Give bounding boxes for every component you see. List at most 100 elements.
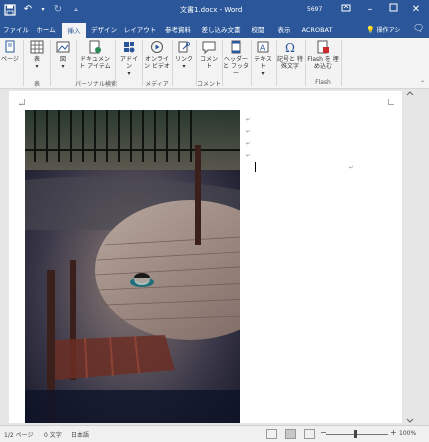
header-footer-icon (231, 40, 241, 54)
flash-icon (317, 40, 329, 54)
group-label-personal-search: パーソナル検索 (74, 81, 117, 88)
undo-dropdown-icon[interactable]: ▾ (40, 4, 46, 16)
chevron-down-icon: ▾ (127, 70, 131, 77)
ribbon-display-icon[interactable] (338, 3, 354, 17)
redo-icon[interactable]: ↻ (52, 4, 64, 16)
chevron-down-icon: ▾ (61, 63, 65, 70)
ribbon-tabs: ファイル ホーム 挿入 デザイン レイアウト 参考資料 差し込み文書 校閲 表示… (0, 22, 429, 38)
omega-icon: Ω (285, 41, 295, 54)
table-label: 表 (33, 56, 40, 63)
tab-view[interactable]: 表示 (272, 22, 296, 38)
header-footer-button[interactable]: ヘッダーと フッター (223, 40, 249, 77)
customize-qat-icon[interactable]: ⩡ (70, 4, 82, 16)
tell-me-label: 操作アシ (376, 27, 401, 34)
inserted-photo[interactable] (25, 110, 240, 423)
vertical-scrollbar[interactable] (403, 89, 417, 425)
pages-button[interactable]: ページ (0, 40, 20, 63)
addins-label: アドイン (119, 56, 138, 70)
document-item-label: ドキュメン ト アイテム (79, 56, 111, 70)
group-divider (115, 40, 116, 86)
comments-icon[interactable]: 🗨 (413, 24, 424, 34)
header-footer-label: ヘッダーと フッター (223, 56, 249, 77)
group-divider (23, 40, 24, 86)
ribbon-insert: ページ 表 ▾ 表 図 ▾ ドキュメン ト アイテム パーソナル検索 アドイン ▾ オ… (0, 38, 429, 89)
text-cursor (255, 162, 256, 172)
illustrations-button[interactable]: 図 ▾ (53, 40, 73, 70)
chevron-down-icon: ▾ (35, 63, 39, 70)
undo-icon[interactable]: ↶ (22, 4, 34, 16)
tab-home[interactable]: ホーム (32, 22, 60, 38)
chevron-down-icon: ▾ (182, 63, 186, 70)
symbols-label: 記号と 特殊文字 (277, 56, 303, 70)
video-icon (151, 41, 163, 53)
word-count[interactable]: 0 文字 (44, 430, 62, 439)
online-video-button[interactable]: オンライン ビデオ (144, 40, 170, 70)
paragraph-mark: ↵ (349, 165, 354, 171)
language-indicator[interactable]: 日本語 (71, 430, 89, 439)
margin-marker (388, 99, 394, 105)
tab-references[interactable]: 参考資料 (160, 22, 196, 38)
lightbulb-icon: 💡 (366, 26, 375, 34)
web-layout-icon[interactable] (304, 429, 315, 439)
pages-label: ページ (1, 56, 19, 63)
group-divider (172, 40, 173, 86)
zoom-in-button[interactable]: + (390, 428, 397, 437)
tab-file[interactable]: ファイル (2, 22, 30, 38)
comment-button[interactable]: コメント (198, 40, 220, 70)
document-area: ↵ ↵ ↵ ↵ ↵ ↵ (0, 89, 429, 425)
svg-text:A: A (260, 44, 266, 53)
group-divider (142, 40, 143, 86)
text-button[interactable]: A テキスト ▾ (252, 40, 274, 77)
document-item-icon (89, 40, 101, 54)
tab-layout[interactable]: レイアウト (122, 22, 158, 38)
group-label-flash: Flash (315, 79, 331, 86)
tab-mailings[interactable]: 差し込み文書 (198, 22, 244, 38)
page-count[interactable]: 1/2 ページ (4, 430, 33, 439)
symbols-button[interactable]: Ω 記号と 特殊文字 (276, 40, 304, 70)
paragraph-mark: ↵ (19, 102, 24, 108)
quick-access-toolbar: ↶ ▾ ↻ ⩡ (4, 4, 82, 16)
table-button[interactable]: 表 ▾ (27, 40, 47, 70)
zoom-level[interactable]: 100% (399, 430, 416, 437)
close-icon[interactable]: ✕ (408, 3, 424, 17)
link-button[interactable]: リンク ▾ (174, 40, 194, 70)
minimize-icon[interactable]: – (362, 3, 378, 17)
document-page[interactable]: ↵ ↵ ↵ ↵ ↵ ↵ (9, 91, 402, 423)
read-mode-icon[interactable] (266, 429, 277, 439)
addins-icon (124, 42, 135, 53)
group-label-comment: コメント (196, 81, 221, 88)
collapse-ribbon-icon[interactable]: ⌃ (420, 80, 425, 87)
window-title: 文書1.docx - Word (180, 6, 243, 14)
tell-me-search[interactable]: 💡 操作アシ (366, 25, 400, 34)
paragraph-mark: ↵ (246, 153, 251, 159)
print-layout-icon[interactable] (285, 429, 296, 439)
paragraph-mark: ↵ (246, 141, 251, 147)
paragraph-mark: ↵ (246, 117, 251, 123)
maximize-icon[interactable] (385, 3, 401, 17)
svg-text:Ω: Ω (285, 41, 295, 54)
user-account[interactable]: 5697 (307, 6, 322, 13)
group-divider (50, 40, 51, 86)
illustrations-icon (56, 41, 70, 53)
flash-embed-label: Flash を 埋め込む (307, 56, 339, 70)
online-video-label: オンライン ビデオ (144, 56, 170, 70)
group-label-media: メディア (145, 81, 169, 88)
comment-label: コメント (199, 56, 218, 70)
zoom-out-button[interactable]: − (320, 428, 327, 437)
zoom-slider[interactable] (326, 434, 388, 435)
group-divider (305, 40, 306, 86)
save-icon[interactable] (4, 4, 16, 16)
page-icon (5, 40, 15, 53)
link-icon (178, 41, 190, 53)
title-bar: ↶ ▾ ↻ ⩡ 文書1.docx - Word 5697 – ✕ (0, 0, 429, 22)
tab-design[interactable]: デザイン (88, 22, 120, 38)
zoom-slider-thumb[interactable] (354, 430, 357, 438)
document-item-button[interactable]: ドキュメン ト アイテム (78, 40, 112, 70)
tab-review[interactable]: 校閲 (246, 22, 270, 38)
flash-embed-button[interactable]: Flash を 埋め込む (307, 40, 339, 70)
tab-insert[interactable]: 挿入 (62, 23, 86, 38)
tab-acrobat[interactable]: ACROBAT (298, 22, 336, 38)
table-icon (30, 40, 44, 54)
group-divider (341, 40, 342, 86)
addins-button[interactable]: アドイン ▾ (118, 40, 140, 77)
